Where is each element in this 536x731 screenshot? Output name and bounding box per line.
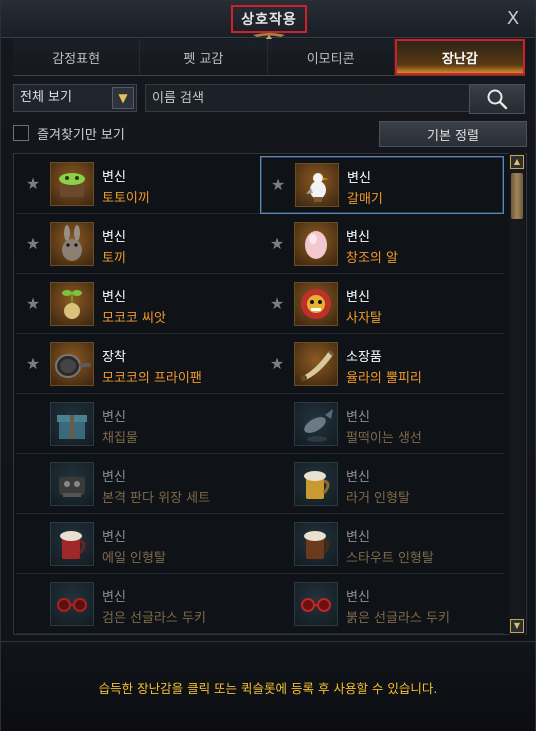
toy-list-item[interactable]: ★ 변신모코코 씨앗: [16, 276, 260, 334]
chevron-down-icon[interactable]: ▼: [112, 87, 134, 109]
favorite-star-icon[interactable]: ★: [24, 295, 42, 313]
toy-name: 토끼: [102, 251, 126, 266]
toy-list-item[interactable]: ★변신에일 인형탈: [16, 516, 260, 574]
seagull-icon: [295, 163, 339, 207]
toy-type: 변신: [102, 530, 126, 545]
toy-list-item[interactable]: ★ 변신토끼: [16, 216, 260, 274]
toy-list-item[interactable]: ★변신본격 판다 위장 세트: [16, 456, 260, 514]
toy-list-item[interactable]: ★ 변신갈매기: [260, 156, 504, 214]
scroll-down-icon[interactable]: ▼: [510, 619, 524, 633]
gift-box-icon: [50, 402, 94, 446]
search-input[interactable]: [145, 84, 475, 112]
egg-icon: [294, 222, 338, 266]
toy-type: 변신: [346, 290, 370, 305]
toy-list-item[interactable]: ★변신펄떡이는 생선: [260, 396, 504, 454]
favorites-only-checkbox[interactable]: [13, 125, 29, 141]
toy-type: 변신: [346, 590, 370, 605]
scroll-up-icon[interactable]: ▲: [510, 155, 524, 169]
mokoko-seed-icon: [50, 282, 94, 326]
toy-name: 토토이끼: [102, 191, 150, 206]
toy-name: 사자탈: [346, 311, 382, 326]
horn-icon: [294, 342, 338, 386]
view-filter-value: 전체 보기: [20, 90, 72, 105]
toy-list-item[interactable]: ★ 장착모코코의 프라이팬: [16, 336, 260, 394]
toy-name: 채집물: [102, 431, 138, 446]
toy-list: ★ 변신 토토이끼 ★ 변신 갈매기 ★ 변신 토끼 ★ 변신 창조의 알 ★ 변신 모코코 씨앗 ★ 변신 사자…: [13, 153, 527, 635]
favorite-star-icon[interactable]: ★: [268, 235, 286, 253]
toy-type: 변신: [346, 530, 370, 545]
toy-name: 라거 인형탈: [346, 491, 410, 506]
toy-type: 변신: [102, 410, 126, 425]
toy-list-item[interactable]: ★변신채집물: [16, 396, 260, 454]
red-sunglasses-icon: [294, 582, 338, 626]
toy-name: 본격 판다 위장 세트: [102, 491, 211, 506]
scrollbar-thumb[interactable]: [511, 173, 523, 219]
tab-bar: 감정표현 펫 교감 이모티콘 장난감: [13, 39, 525, 76]
toy-name: 율라의 뿔피리: [346, 371, 422, 386]
toy-list-item[interactable]: ★변신스타우트 인형탈: [260, 516, 504, 574]
toy-list-item[interactable]: ★ 변신사자탈: [260, 276, 504, 334]
tab-emoticons[interactable]: 이모티콘: [267, 39, 395, 75]
search-button[interactable]: [469, 84, 525, 114]
toy-list-item[interactable]: ★변신붉은 선글라스 두키: [260, 576, 504, 634]
search-icon: [487, 89, 508, 110]
interaction-window: 상호작용 X 감정표현 펫 교감 이모티콘 장난감 전체 보기 ▼ 즐겨찾기만 …: [0, 0, 536, 731]
toy-list-item[interactable]: ★변신검은 선글라스 두키: [16, 576, 260, 634]
favorite-star-icon[interactable]: ★: [269, 176, 287, 194]
toy-type: 변신: [102, 290, 126, 305]
fish-icon: [294, 402, 338, 446]
toy-name: 갈매기: [347, 192, 383, 207]
ale-mug-icon: [50, 522, 94, 566]
toy-type: 변신: [102, 590, 126, 605]
toy-name: 모코코의 프라이팬: [102, 371, 202, 386]
toy-name: 모코코 씨앗: [102, 311, 166, 326]
totoiki-icon: [50, 162, 94, 206]
toy-type: 변신: [346, 230, 370, 245]
favorite-star-icon[interactable]: ★: [24, 175, 42, 193]
stout-mug-icon: [294, 522, 338, 566]
toy-list-item[interactable]: ★ 변신창조의 알: [260, 216, 504, 274]
toy-list-item[interactable]: ★ 변신토토이끼: [16, 156, 260, 214]
toy-type: 변신: [102, 170, 126, 185]
toy-name: 검은 선글라스 두키: [102, 611, 206, 626]
toy-type: 변신: [102, 230, 126, 245]
tab-toys[interactable]: 장난감: [394, 39, 525, 75]
lager-mug-icon: [294, 462, 338, 506]
toy-name: 붉은 선글라스 두키: [346, 611, 450, 626]
footer-panel: 습득한 장난감을 클릭 또는 퀵슬롯에 등록 후 사용할 수 있습니다.: [1, 641, 535, 731]
usage-notice: 습득한 장난감을 클릭 또는 퀵슬롯에 등록 후 사용할 수 있습니다.: [98, 681, 438, 696]
list-scrollbar[interactable]: ▲ ▼: [509, 153, 525, 635]
toy-type: 변신: [102, 470, 126, 485]
tab-emotes[interactable]: 감정표현: [13, 39, 141, 75]
toy-type: 소장품: [346, 350, 382, 365]
favorite-star-icon[interactable]: ★: [268, 355, 286, 373]
view-filter-select[interactable]: 전체 보기 ▼: [13, 84, 137, 112]
toy-name: 창조의 알: [346, 251, 398, 266]
favorite-star-icon[interactable]: ★: [268, 295, 286, 313]
toy-type: 변신: [346, 470, 370, 485]
rabbit-icon: [50, 222, 94, 266]
black-sunglasses-icon: [50, 582, 94, 626]
toy-name: 에일 인형탈: [102, 551, 166, 566]
toy-type: 변신: [346, 410, 370, 425]
toy-type: 변신: [347, 171, 371, 186]
toy-name: 펄떡이는 생선: [346, 431, 422, 446]
toy-name: 스타우트 인형탈: [346, 551, 434, 566]
favorites-row: 즐겨찾기만 보기 기본 정렬: [13, 121, 527, 147]
favorites-only-label[interactable]: 즐겨찾기만 보기: [37, 124, 125, 143]
close-button[interactable]: X: [503, 9, 523, 29]
sort-button[interactable]: 기본 정렬: [379, 121, 527, 147]
frying-pan-icon: [50, 342, 94, 386]
toy-type: 장착: [102, 350, 126, 365]
favorite-star-icon[interactable]: ★: [24, 235, 42, 253]
lion-mask-icon: [294, 282, 338, 326]
panda-disguise-icon: [50, 462, 94, 506]
favorite-star-icon[interactable]: ★: [24, 355, 42, 373]
toy-list-item[interactable]: ★ 소장품율라의 뿔피리: [260, 336, 504, 394]
filter-row: 전체 보기 ▼: [13, 84, 527, 114]
tab-pet-bonding[interactable]: 펫 교감: [140, 39, 268, 75]
toy-list-item[interactable]: ★변신라거 인형탈: [260, 456, 504, 514]
